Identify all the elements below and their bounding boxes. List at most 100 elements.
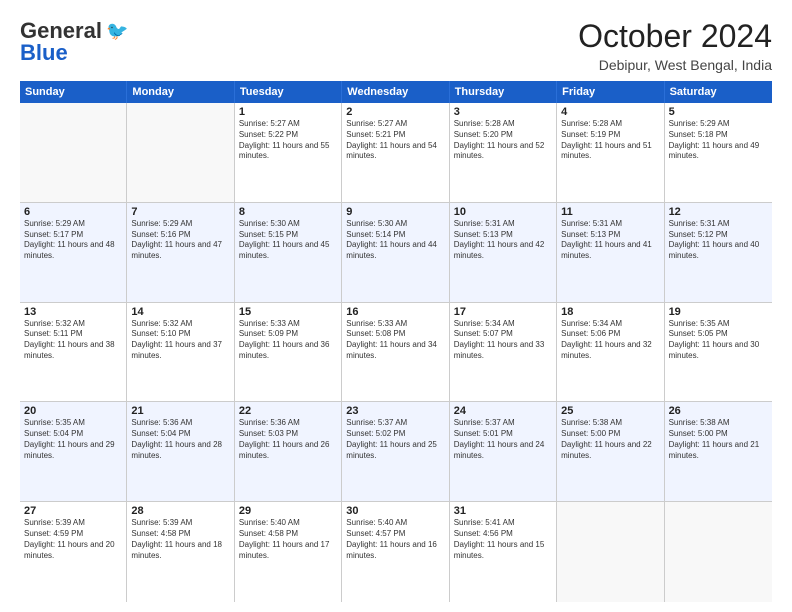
day-number: 9 [346, 206, 444, 218]
cal-cell-16: 15Sunrise: 5:33 AM Sunset: 5:09 PM Dayli… [235, 303, 342, 402]
page-header: General 🐦 Blue October 2024 Debipur, Wes… [20, 18, 772, 73]
day-number: 7 [131, 206, 229, 218]
day-number: 4 [561, 106, 659, 118]
cell-info: Sunrise: 5:30 AM Sunset: 5:15 PM Dayligh… [239, 219, 337, 262]
cell-info: Sunrise: 5:32 AM Sunset: 5:10 PM Dayligh… [131, 319, 229, 362]
cal-cell-8: 7Sunrise: 5:29 AM Sunset: 5:16 PM Daylig… [127, 203, 234, 302]
day-number: 14 [131, 306, 229, 318]
cal-cell-29: 28Sunrise: 5:39 AM Sunset: 4:58 PM Dayli… [127, 502, 234, 602]
day-number: 19 [669, 306, 768, 318]
cal-cell-28: 27Sunrise: 5:39 AM Sunset: 4:59 PM Dayli… [20, 502, 127, 602]
day-number: 25 [561, 405, 659, 417]
header-cell-friday: Friday [557, 81, 664, 103]
header-cell-sunday: Sunday [20, 81, 127, 103]
calendar-row-4: 20Sunrise: 5:35 AM Sunset: 5:04 PM Dayli… [20, 402, 772, 502]
cell-info: Sunrise: 5:28 AM Sunset: 5:19 PM Dayligh… [561, 119, 659, 162]
cal-cell-5: 4Sunrise: 5:28 AM Sunset: 5:19 PM Daylig… [557, 103, 664, 202]
day-number: 21 [131, 405, 229, 417]
day-number: 13 [24, 306, 122, 318]
cell-info: Sunrise: 5:40 AM Sunset: 4:57 PM Dayligh… [346, 518, 444, 561]
cell-info: Sunrise: 5:34 AM Sunset: 5:07 PM Dayligh… [454, 319, 552, 362]
cal-cell-31: 30Sunrise: 5:40 AM Sunset: 4:57 PM Dayli… [342, 502, 449, 602]
day-number: 16 [346, 306, 444, 318]
cal-cell-3: 2Sunrise: 5:27 AM Sunset: 5:21 PM Daylig… [342, 103, 449, 202]
cell-info: Sunrise: 5:39 AM Sunset: 4:59 PM Dayligh… [24, 518, 122, 561]
day-number: 18 [561, 306, 659, 318]
cal-cell-34 [665, 502, 772, 602]
cell-info: Sunrise: 5:38 AM Sunset: 5:00 PM Dayligh… [561, 418, 659, 461]
calendar-body: 1Sunrise: 5:27 AM Sunset: 5:22 PM Daylig… [20, 103, 772, 602]
cal-cell-32: 31Sunrise: 5:41 AM Sunset: 4:56 PM Dayli… [450, 502, 557, 602]
day-number: 10 [454, 206, 552, 218]
cal-cell-1 [127, 103, 234, 202]
cell-info: Sunrise: 5:37 AM Sunset: 5:02 PM Dayligh… [346, 418, 444, 461]
day-number: 26 [669, 405, 768, 417]
location: Debipur, West Bengal, India [578, 57, 772, 73]
calendar-row-3: 13Sunrise: 5:32 AM Sunset: 5:11 PM Dayli… [20, 303, 772, 403]
cal-cell-19: 18Sunrise: 5:34 AM Sunset: 5:06 PM Dayli… [557, 303, 664, 402]
cell-info: Sunrise: 5:35 AM Sunset: 5:05 PM Dayligh… [669, 319, 768, 362]
cell-info: Sunrise: 5:34 AM Sunset: 5:06 PM Dayligh… [561, 319, 659, 362]
day-number: 30 [346, 505, 444, 517]
cell-info: Sunrise: 5:29 AM Sunset: 5:17 PM Dayligh… [24, 219, 122, 262]
day-number: 31 [454, 505, 552, 517]
day-number: 1 [239, 106, 337, 118]
day-number: 20 [24, 405, 122, 417]
day-number: 3 [454, 106, 552, 118]
cal-cell-20: 19Sunrise: 5:35 AM Sunset: 5:05 PM Dayli… [665, 303, 772, 402]
cell-info: Sunrise: 5:40 AM Sunset: 4:58 PM Dayligh… [239, 518, 337, 561]
day-number: 15 [239, 306, 337, 318]
calendar-header: SundayMondayTuesdayWednesdayThursdayFrid… [20, 81, 772, 103]
cal-cell-25: 24Sunrise: 5:37 AM Sunset: 5:01 PM Dayli… [450, 402, 557, 501]
day-number: 6 [24, 206, 122, 218]
cell-info: Sunrise: 5:29 AM Sunset: 5:18 PM Dayligh… [669, 119, 768, 162]
cal-cell-9: 8Sunrise: 5:30 AM Sunset: 5:15 PM Daylig… [235, 203, 342, 302]
cal-cell-24: 23Sunrise: 5:37 AM Sunset: 5:02 PM Dayli… [342, 402, 449, 501]
cell-info: Sunrise: 5:37 AM Sunset: 5:01 PM Dayligh… [454, 418, 552, 461]
cell-info: Sunrise: 5:39 AM Sunset: 4:58 PM Dayligh… [131, 518, 229, 561]
cal-cell-0 [20, 103, 127, 202]
cal-cell-18: 17Sunrise: 5:34 AM Sunset: 5:07 PM Dayli… [450, 303, 557, 402]
cal-cell-23: 22Sunrise: 5:36 AM Sunset: 5:03 PM Dayli… [235, 402, 342, 501]
day-number: 27 [24, 505, 122, 517]
header-cell-wednesday: Wednesday [342, 81, 449, 103]
day-number: 12 [669, 206, 768, 218]
cal-cell-21: 20Sunrise: 5:35 AM Sunset: 5:04 PM Dayli… [20, 402, 127, 501]
cal-cell-17: 16Sunrise: 5:33 AM Sunset: 5:08 PM Dayli… [342, 303, 449, 402]
cal-cell-22: 21Sunrise: 5:36 AM Sunset: 5:04 PM Dayli… [127, 402, 234, 501]
cell-info: Sunrise: 5:27 AM Sunset: 5:22 PM Dayligh… [239, 119, 337, 162]
day-number: 28 [131, 505, 229, 517]
calendar-row-2: 6Sunrise: 5:29 AM Sunset: 5:17 PM Daylig… [20, 203, 772, 303]
cal-cell-15: 14Sunrise: 5:32 AM Sunset: 5:10 PM Dayli… [127, 303, 234, 402]
cal-cell-6: 5Sunrise: 5:29 AM Sunset: 5:18 PM Daylig… [665, 103, 772, 202]
calendar: SundayMondayTuesdayWednesdayThursdayFrid… [20, 81, 772, 602]
day-number: 23 [346, 405, 444, 417]
cell-info: Sunrise: 5:32 AM Sunset: 5:11 PM Dayligh… [24, 319, 122, 362]
day-number: 5 [669, 106, 768, 118]
cell-info: Sunrise: 5:41 AM Sunset: 4:56 PM Dayligh… [454, 518, 552, 561]
cell-info: Sunrise: 5:31 AM Sunset: 5:13 PM Dayligh… [454, 219, 552, 262]
day-number: 22 [239, 405, 337, 417]
cal-cell-27: 26Sunrise: 5:38 AM Sunset: 5:00 PM Dayli… [665, 402, 772, 501]
cell-info: Sunrise: 5:33 AM Sunset: 5:08 PM Dayligh… [346, 319, 444, 362]
cal-cell-26: 25Sunrise: 5:38 AM Sunset: 5:00 PM Dayli… [557, 402, 664, 501]
cal-cell-33 [557, 502, 664, 602]
header-cell-thursday: Thursday [450, 81, 557, 103]
cell-info: Sunrise: 5:31 AM Sunset: 5:12 PM Dayligh… [669, 219, 768, 262]
cal-cell-30: 29Sunrise: 5:40 AM Sunset: 4:58 PM Dayli… [235, 502, 342, 602]
cell-info: Sunrise: 5:28 AM Sunset: 5:20 PM Dayligh… [454, 119, 552, 162]
day-number: 2 [346, 106, 444, 118]
cal-cell-2: 1Sunrise: 5:27 AM Sunset: 5:22 PM Daylig… [235, 103, 342, 202]
day-number: 17 [454, 306, 552, 318]
cell-info: Sunrise: 5:38 AM Sunset: 5:00 PM Dayligh… [669, 418, 768, 461]
logo-bird-icon: 🐦 [106, 21, 128, 42]
cal-cell-7: 6Sunrise: 5:29 AM Sunset: 5:17 PM Daylig… [20, 203, 127, 302]
cell-info: Sunrise: 5:27 AM Sunset: 5:21 PM Dayligh… [346, 119, 444, 162]
cell-info: Sunrise: 5:36 AM Sunset: 5:04 PM Dayligh… [131, 418, 229, 461]
calendar-row-5: 27Sunrise: 5:39 AM Sunset: 4:59 PM Dayli… [20, 502, 772, 602]
cal-cell-11: 10Sunrise: 5:31 AM Sunset: 5:13 PM Dayli… [450, 203, 557, 302]
header-cell-saturday: Saturday [665, 81, 772, 103]
cal-cell-13: 12Sunrise: 5:31 AM Sunset: 5:12 PM Dayli… [665, 203, 772, 302]
day-number: 11 [561, 206, 659, 218]
title-block: October 2024 Debipur, West Bengal, India [578, 18, 772, 73]
